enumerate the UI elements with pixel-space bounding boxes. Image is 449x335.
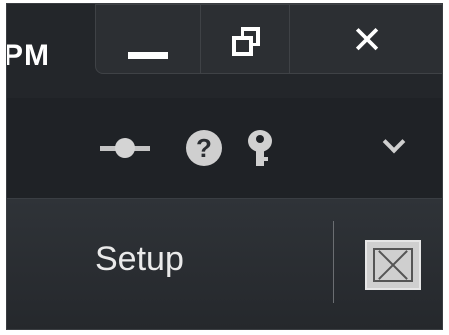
clock-time: PM [7, 26, 93, 86]
chevron-down-icon[interactable] [384, 138, 402, 156]
title-bar: PM ✕ [7, 4, 442, 99]
fullscreen-icon [373, 248, 413, 282]
tab-setup[interactable]: Setup [95, 231, 184, 287]
help-glyph: ? [196, 133, 212, 163]
navigation-bar: Setup [7, 198, 442, 329]
nav-divider [333, 221, 334, 303]
restore-button[interactable] [200, 4, 290, 74]
toolbar: ? [7, 98, 442, 198]
network-dot [115, 138, 135, 158]
close-button[interactable]: ✕ [289, 4, 442, 74]
key-tooth [262, 157, 268, 161]
close-icon: ✕ [351, 20, 383, 62]
minimize-icon [128, 52, 168, 59]
fullscreen-button[interactable] [365, 240, 421, 290]
minimize-button[interactable] [95, 4, 201, 74]
help-icon[interactable]: ? [186, 130, 222, 166]
restore-icon-front [232, 36, 253, 56]
network-status-icon[interactable] [100, 130, 150, 166]
app-window: PM ✕ ? Setup [6, 3, 443, 330]
clock-text: PM [7, 39, 50, 72]
key-icon[interactable] [248, 130, 274, 166]
key-hole [256, 135, 264, 143]
